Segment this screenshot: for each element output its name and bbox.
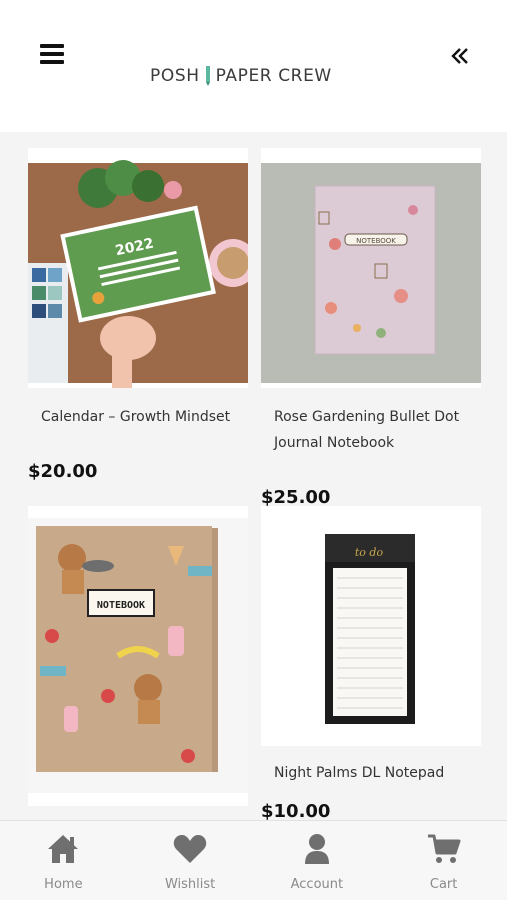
product-image[interactable]: NOTEBOOK — [28, 506, 248, 806]
product-title[interactable]: Night Palms DL Notepad — [274, 760, 444, 786]
product-title-line1[interactable]: Rose Gardening Bullet Dot — [274, 404, 459, 430]
product-image[interactable]: to do — [261, 506, 481, 746]
product-title[interactable]: Calendar – Growth Mindset — [41, 404, 230, 430]
tab-cart-label: Cart — [429, 877, 458, 892]
product-card[interactable]: to do Night Palms DL Notepad $10.00 — [261, 506, 481, 820]
tab-wishlist[interactable]: Wishlist — [127, 821, 254, 900]
product-image[interactable]: 2022 — [28, 148, 248, 388]
app-header: POSH PAPER CREW — [0, 0, 507, 132]
tab-wishlist-label: Wishlist — [164, 877, 216, 892]
brand-name-part2: PAPER CREW — [215, 66, 332, 86]
product-card[interactable]: 2022 Calendar – Growth Mindset $20.00 — [28, 148, 248, 482]
svg-text:to do: to do — [355, 546, 384, 559]
product-price: $20.00 — [28, 461, 98, 482]
tab-account-label: Account — [290, 877, 344, 892]
product-title-line2[interactable]: Journal Notebook — [274, 430, 394, 456]
double-chevron-left-icon[interactable] — [450, 46, 470, 66]
heart-icon — [173, 835, 207, 863]
user-icon — [304, 834, 329, 864]
product-price: $10.00 — [261, 801, 331, 820]
product-card[interactable]: NOTEBOOK Rose Gardening Bullet Dot Journ… — [261, 148, 481, 508]
cart-icon — [427, 834, 461, 863]
pencil-logo-icon — [205, 66, 210, 86]
product-image[interactable]: NOTEBOOK — [261, 148, 481, 388]
brand-logo[interactable]: POSH PAPER CREW — [150, 62, 360, 90]
tab-home[interactable]: Home — [0, 821, 127, 900]
home-icon — [48, 835, 79, 863]
tab-account[interactable]: Account — [254, 821, 381, 900]
tab-cart[interactable]: Cart — [380, 821, 507, 900]
svg-text:NOTEBOOK: NOTEBOOK — [356, 237, 396, 245]
hamburger-menu-icon[interactable] — [40, 44, 66, 66]
product-price: $25.00 — [261, 487, 331, 508]
bottom-tab-bar: Home Wishlist Account Cart — [0, 820, 507, 900]
product-card[interactable]: NOTEBOOK — [28, 506, 248, 806]
product-grid: 2022 Calendar – Growth Mindset $20.00 NO… — [0, 132, 507, 820]
tab-home-label: Home — [44, 877, 83, 892]
svg-text:NOTEBOOK: NOTEBOOK — [97, 600, 145, 611]
brand-name-part1: POSH — [150, 66, 200, 86]
